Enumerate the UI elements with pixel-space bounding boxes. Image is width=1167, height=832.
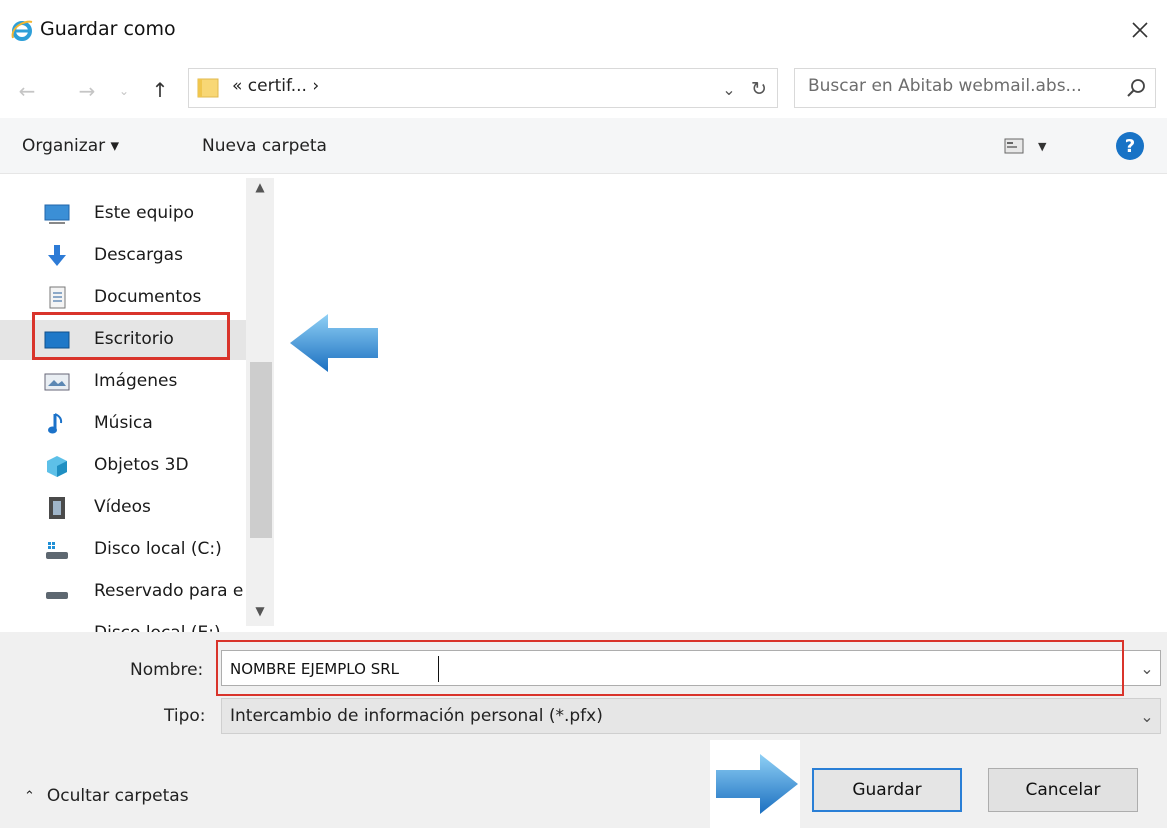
nav-label: Vídeos [94, 497, 151, 517]
organize-label: Organizar ▾ [22, 136, 120, 156]
up-button[interactable]: ↑ [144, 74, 176, 106]
arrow-left-icon: ← [18, 79, 36, 103]
nav-label: Objetos 3D [94, 455, 189, 475]
new-folder-button[interactable]: Nueva carpeta [202, 132, 327, 160]
annotation-arrow-left-icon [288, 310, 380, 376]
nav-item-descargas[interactable]: Descargas [0, 236, 246, 276]
nav-item-musica[interactable]: Música [0, 404, 246, 444]
view-icon [1004, 138, 1024, 154]
chevron-down-icon: ⌄ [722, 79, 736, 99]
refresh-icon: ↻ [751, 78, 767, 100]
refresh-button[interactable]: ↻ [744, 76, 774, 102]
hide-folders-button[interactable]: ⌃ Ocultar carpetas [24, 786, 189, 806]
folder-icon [196, 76, 220, 100]
scrollbar-thumb[interactable] [250, 362, 272, 538]
drive-icon [44, 622, 70, 632]
highlight-box-escritorio [32, 312, 230, 360]
nav-item-videos[interactable]: Vídeos [0, 488, 246, 528]
pictures-icon [44, 370, 70, 394]
music-icon [44, 412, 70, 436]
organize-button[interactable]: Organizar ▾ [22, 132, 119, 160]
drive-icon [44, 538, 70, 562]
annotation-arrow-right-icon [710, 740, 800, 828]
nav-label: Documentos [94, 287, 202, 307]
filetype-value: Intercambio de información personal (*.p… [230, 706, 603, 726]
search-icon[interactable] [1124, 76, 1148, 100]
close-icon [1132, 22, 1148, 38]
nav-item-disco-e[interactable]: Disco local (E:) [0, 614, 246, 632]
nav-item-disco-c[interactable]: Disco local (C:) [0, 530, 246, 570]
arrow-up-icon: ↑ [151, 78, 169, 102]
arrow-right-icon: → [78, 79, 96, 103]
command-toolbar [0, 118, 1167, 174]
navigation-pane: Este equipo Descargas Documentos Escrito… [0, 174, 276, 632]
nav-label: Imágenes [94, 371, 178, 391]
view-options-button[interactable]: ▼ [1004, 132, 1068, 160]
filetype-dropdown-button[interactable]: ⌄ [1134, 700, 1160, 732]
filename-dropdown-button[interactable]: ⌄ [1134, 652, 1160, 684]
forward-button[interactable]: → [72, 76, 102, 106]
3d-objects-icon [44, 454, 70, 478]
chevron-down-icon: ⌄ [118, 84, 130, 98]
highlight-box-filename [216, 640, 1124, 696]
hide-folders-label: Ocultar carpetas [46, 786, 189, 806]
file-list-area[interactable] [277, 174, 1167, 632]
cancel-button[interactable]: Cancelar [988, 768, 1138, 812]
nav-label: Este equipo [94, 203, 195, 223]
nav-label: Música [94, 413, 153, 433]
nav-label: Disco local (E:) [94, 623, 221, 632]
new-folder-label: Nueva carpeta [202, 136, 327, 156]
recent-locations-button[interactable]: ⌄ [114, 76, 134, 106]
filetype-label: Tipo: [164, 706, 206, 726]
document-icon [44, 286, 70, 310]
drive-icon [44, 580, 70, 604]
chevron-down-icon: ⌄ [1140, 658, 1154, 678]
nav-label: Descargas [94, 245, 183, 265]
filename-label: Nombre: [130, 660, 204, 680]
search-placeholder: Buscar en Abitab webmail.abs... [808, 76, 1082, 96]
back-button[interactable]: ← [12, 76, 42, 106]
scroll-down-icon[interactable]: ▼ [252, 604, 268, 620]
save-button[interactable]: Guardar [812, 768, 962, 812]
download-icon [44, 244, 70, 268]
address-dropdown-button[interactable]: ⌄ [716, 76, 742, 102]
window-title: Guardar como [40, 18, 176, 40]
chevron-down-icon: ⌄ [1140, 706, 1154, 726]
nav-item-objetos-3d[interactable]: Objetos 3D [0, 446, 246, 486]
computer-icon [44, 202, 70, 226]
chevron-up-icon: ⌃ [24, 788, 35, 804]
help-icon[interactable]: ? [1116, 132, 1144, 160]
nav-item-reservado[interactable]: Reservado para e [0, 572, 246, 612]
chevron-down-icon: ▼ [1038, 139, 1047, 153]
nav-label: Disco local (C:) [94, 539, 222, 559]
nav-item-imagenes[interactable]: Imágenes [0, 362, 246, 402]
internet-explorer-icon [10, 18, 34, 42]
nav-label: Reservado para e [94, 581, 244, 601]
close-button[interactable] [1122, 12, 1158, 48]
videos-icon [44, 496, 70, 520]
scroll-up-icon[interactable]: ▲ [252, 180, 268, 196]
nav-item-este-equipo[interactable]: Este equipo [0, 194, 246, 234]
address-path[interactable]: « certif... › [232, 76, 319, 96]
